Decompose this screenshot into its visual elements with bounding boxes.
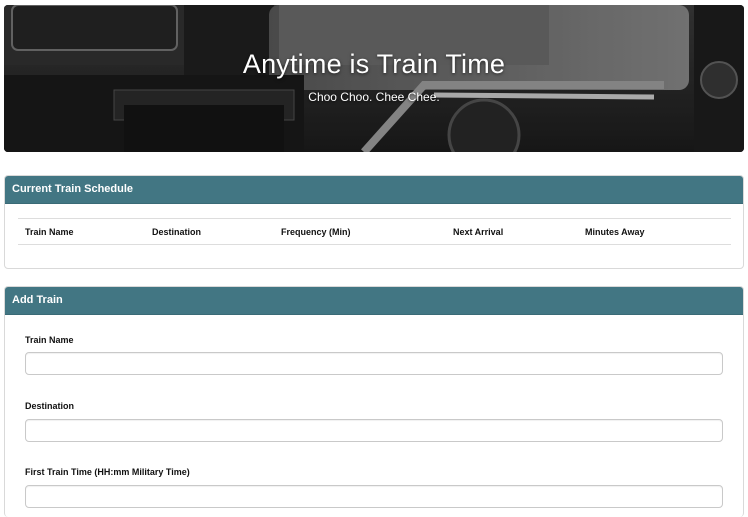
train-schedule-panel: Current Train Schedule Train Name Destin… (4, 175, 744, 269)
column-header-frequency: Frequency (Min) (274, 218, 446, 245)
train-name-input[interactable] (25, 352, 723, 375)
column-header-next-arrival: Next Arrival (446, 218, 578, 245)
destination-label: Destination (25, 401, 75, 411)
first-train-time-label: First Train Time (HH:mm Military Time) (25, 467, 190, 477)
first-train-time-input[interactable] (25, 485, 723, 508)
table-header-row: Train Name Destination Frequency (Min) N… (18, 218, 731, 245)
destination-input[interactable] (25, 419, 723, 442)
train-schedule-heading: Current Train Schedule (5, 176, 743, 204)
page-subtitle: Choo Choo. Chee Chee. (308, 90, 440, 104)
page-title: Anytime is Train Time (242, 49, 506, 79)
add-train-panel: Add Train Train Name Destination First T… (4, 286, 744, 517)
column-header-minutes-away: Minutes Away (578, 218, 731, 245)
column-header-destination: Destination (145, 218, 274, 245)
train-schedule-table: Train Name Destination Frequency (Min) N… (18, 218, 731, 245)
add-train-heading: Add Train (5, 287, 743, 315)
train-name-label: Train Name (25, 335, 74, 345)
column-header-train-name: Train Name (18, 218, 145, 245)
header-jumbotron: Anytime is Train Time Choo Choo. Chee Ch… (4, 5, 744, 152)
